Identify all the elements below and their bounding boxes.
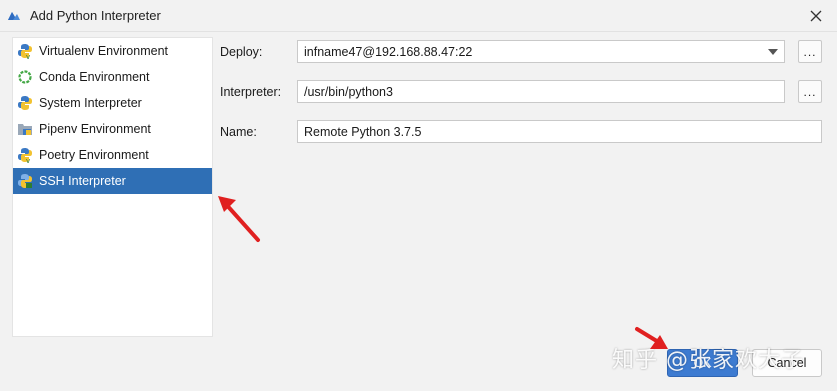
- interpreter-browse-button[interactable]: ...: [798, 80, 822, 103]
- chevron-down-icon: [768, 49, 778, 55]
- close-icon: [810, 10, 822, 22]
- deploy-select[interactable]: infname47@192.168.88.47:22: [297, 40, 785, 63]
- ssh-python-icon: [18, 174, 32, 188]
- sidebar-item-ssh[interactable]: SSH Interpreter: [13, 168, 212, 194]
- sidebar-item-label: Conda Environment: [39, 70, 150, 84]
- svg-text:v: v: [26, 53, 30, 59]
- poetry-python-icon: v: [18, 148, 32, 163]
- sidebar-item-system[interactable]: System Interpreter: [13, 90, 212, 116]
- svg-text:v: v: [26, 157, 30, 163]
- name-value: Remote Python 3.7.5: [304, 124, 422, 139]
- interpreter-path-field[interactable]: /usr/bin/python3: [297, 80, 785, 103]
- sidebar-item-label: SSH Interpreter: [39, 174, 126, 188]
- sidebar-item-label: Pipenv Environment: [39, 122, 151, 136]
- sidebar-item-conda[interactable]: Conda Environment: [13, 64, 212, 90]
- deploy-browse-button[interactable]: ...: [798, 40, 822, 63]
- sidebar-item-pipenv[interactable]: Pipenv Environment: [13, 116, 212, 142]
- close-button[interactable]: [805, 5, 827, 27]
- name-field[interactable]: Remote Python 3.7.5: [297, 120, 822, 143]
- annotation-arrow-icon: [218, 196, 260, 242]
- virtualenv-python-icon: v: [18, 44, 32, 59]
- sidebar-item-label: Virtualenv Environment: [39, 44, 169, 58]
- interpreter-type-list: v Virtualenv Environment Conda Environme…: [12, 37, 213, 337]
- conda-ring-icon: [18, 70, 32, 84]
- name-label: Name:: [220, 125, 257, 139]
- sidebar-item-label: System Interpreter: [39, 96, 142, 110]
- sidebar-item-label: Poetry Environment: [39, 148, 149, 162]
- sidebar-item-virtualenv[interactable]: v Virtualenv Environment: [13, 38, 212, 64]
- pycharm-icon: [8, 12, 20, 20]
- deploy-label: Deploy:: [220, 45, 263, 59]
- interpreter-label: Interpreter:: [220, 85, 282, 99]
- window-title: Add Python Interpreter: [30, 8, 161, 23]
- annotation-arrow-icon: [635, 327, 668, 349]
- pipenv-folder-icon: [18, 124, 32, 135]
- python-icon: [18, 96, 32, 110]
- deploy-value: infname47@192.168.88.47:22: [304, 44, 473, 59]
- title-bar: Add Python Interpreter: [0, 0, 837, 32]
- sidebar-item-poetry[interactable]: v Poetry Environment: [13, 142, 212, 168]
- interpreter-path-value: /usr/bin/python3: [304, 84, 393, 99]
